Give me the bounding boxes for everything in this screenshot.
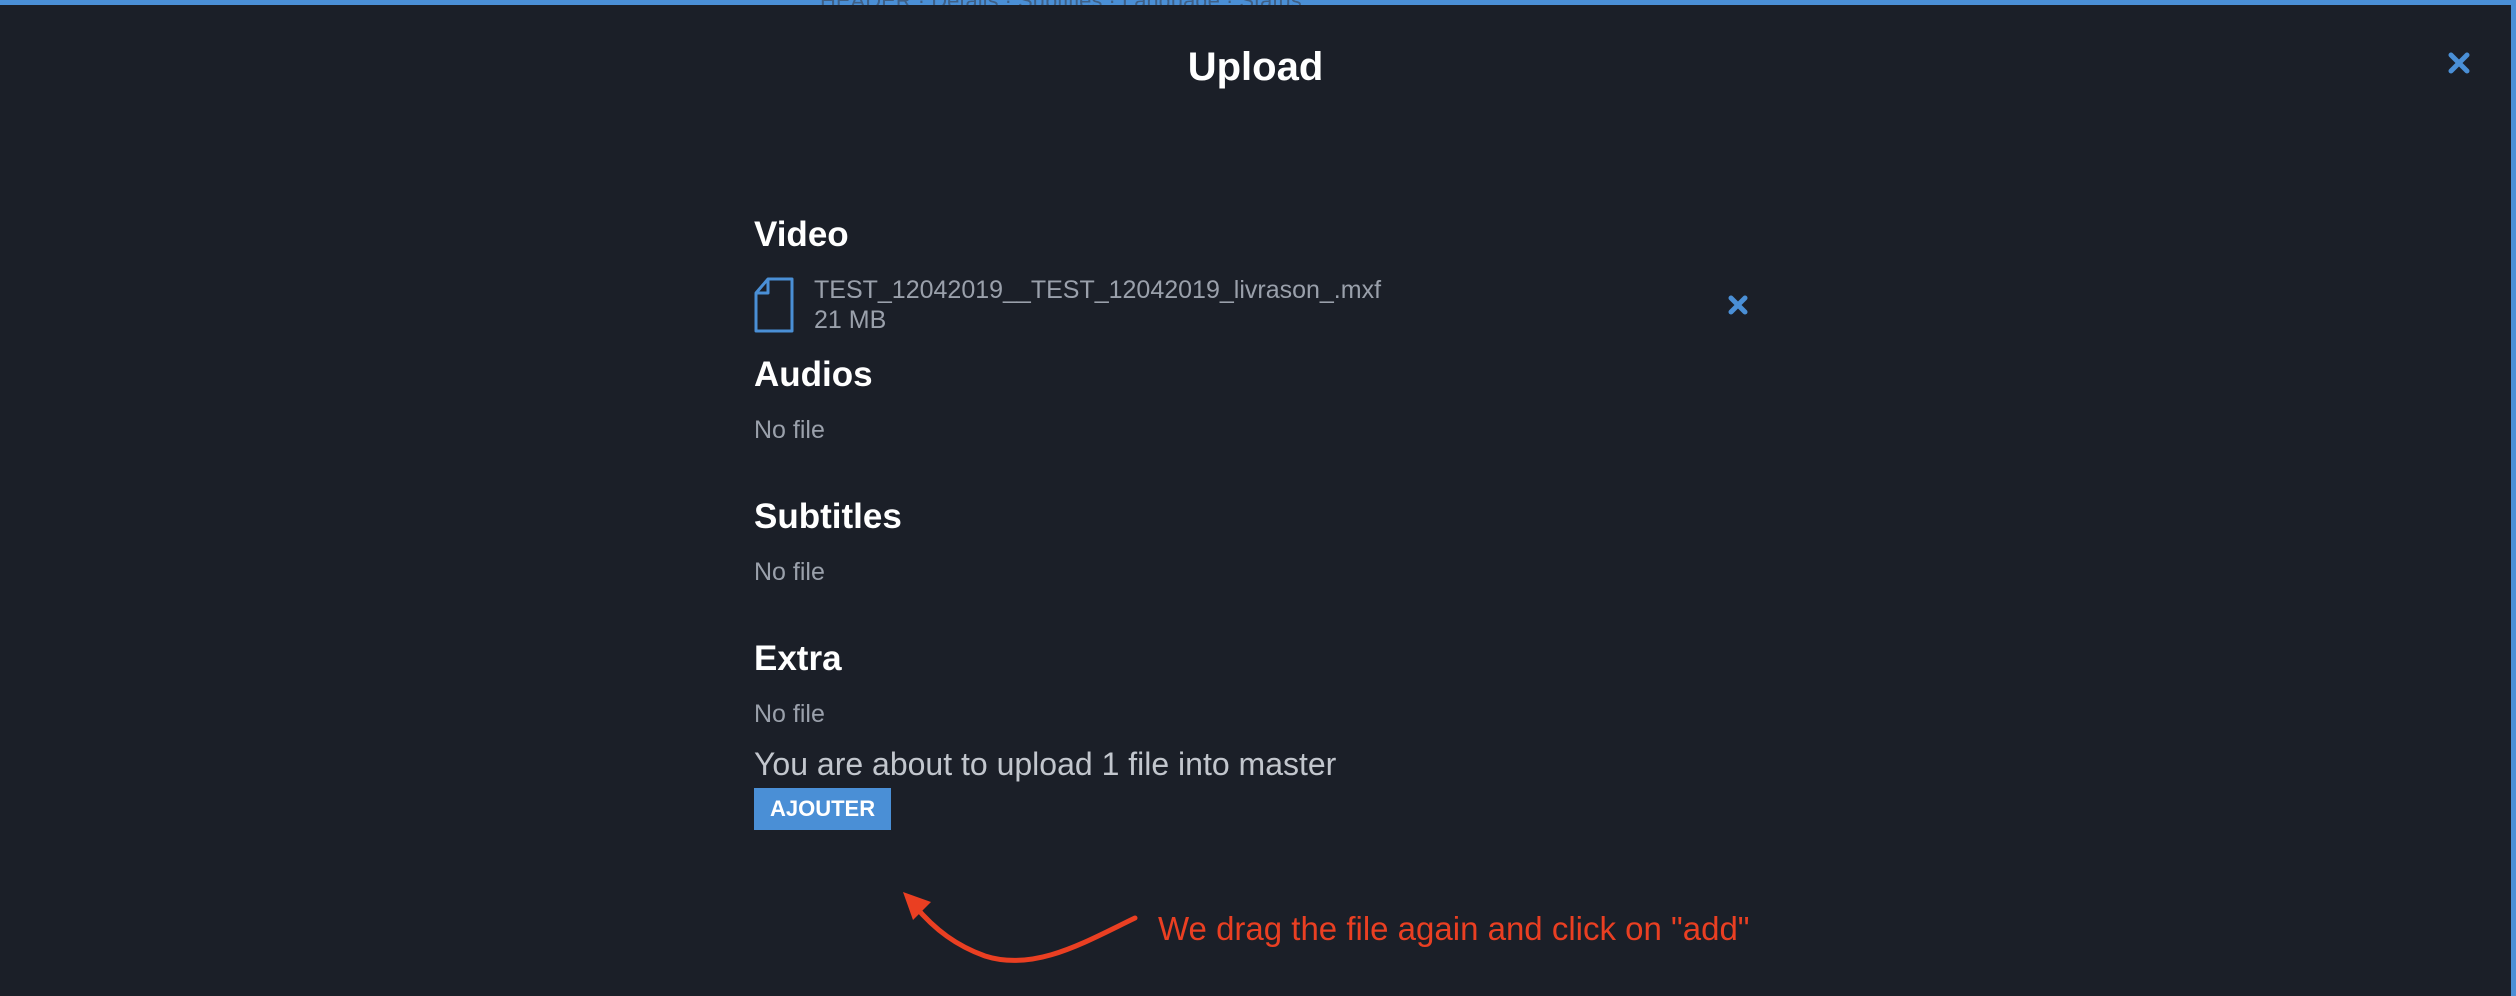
upload-content: Video TEST_12042019__TEST_12042019_livra…: [754, 210, 1754, 830]
extra-empty-text: No file: [754, 700, 825, 728]
upload-modal: Upload Video TEST_12042019__TEST_1204201…: [0, 5, 2511, 996]
video-file-size: 21 MB: [814, 306, 887, 334]
close-icon: [2448, 52, 2470, 74]
section-title-subtitles: Subtitles: [754, 497, 902, 536]
right-accent-bar: [2511, 0, 2516, 996]
close-icon: [1728, 295, 1748, 315]
subtitles-empty-text: No file: [754, 558, 825, 586]
upload-summary: You are about to upload 1 file into mast…: [754, 746, 1337, 782]
section-title-audios: Audios: [754, 355, 873, 394]
remove-video-file-button[interactable]: [1724, 291, 1752, 319]
section-title-video: Video: [754, 215, 849, 254]
audios-empty-text: No file: [754, 416, 825, 444]
file-icon: [754, 277, 794, 333]
video-file-row: TEST_12042019__TEST_12042019_livrason_.m…: [754, 260, 1754, 350]
annotation-arrow-icon: [903, 892, 1138, 963]
section-title-extra: Extra: [754, 639, 842, 678]
modal-title: Upload: [1187, 45, 1324, 89]
video-file-name: TEST_12042019__TEST_12042019_livrason_.m…: [814, 276, 1382, 304]
modal-close-button[interactable]: [2443, 47, 2475, 79]
annotation-text: We drag the file again and click on "add…: [1158, 910, 1750, 947]
add-button[interactable]: AJOUTER: [754, 788, 892, 830]
